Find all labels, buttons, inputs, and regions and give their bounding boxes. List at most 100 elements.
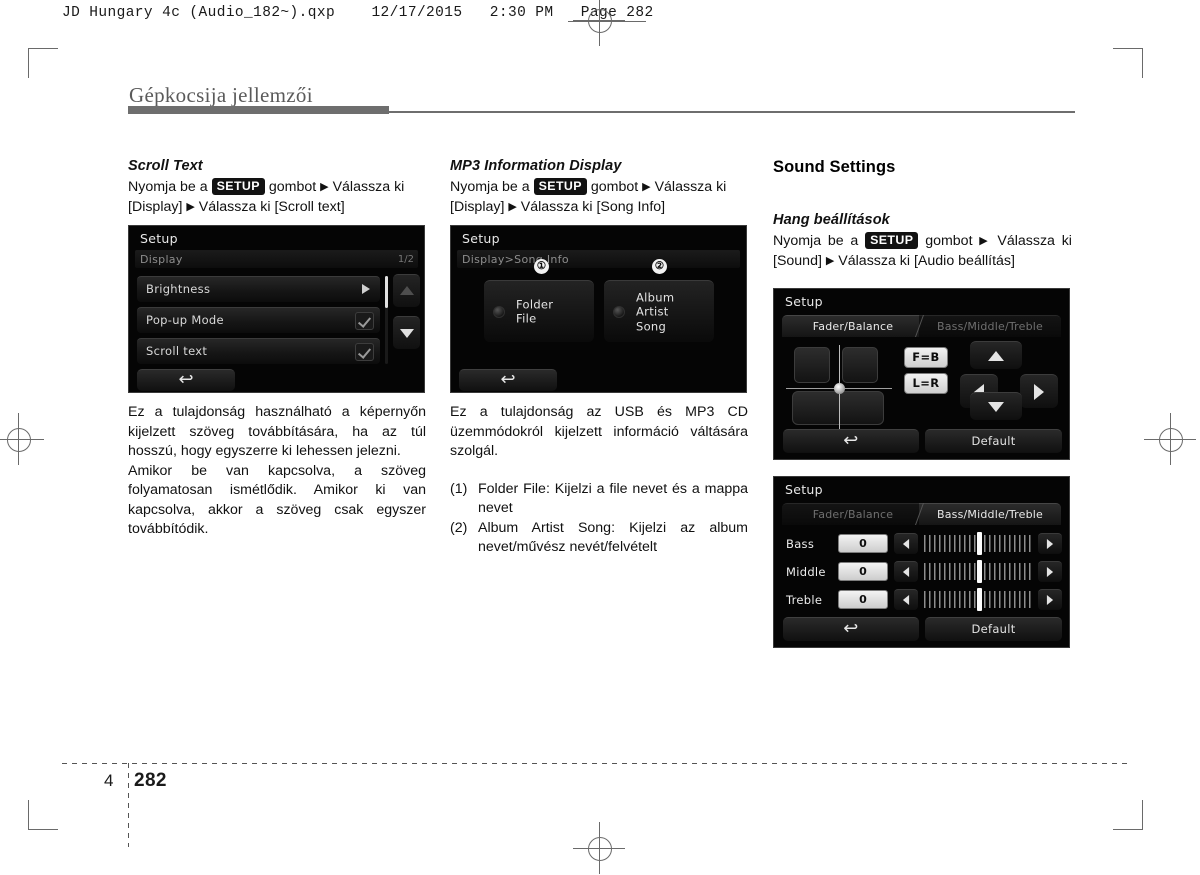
arrow-left-icon (902, 567, 910, 577)
balance-right-button[interactable] (1020, 374, 1058, 408)
scroll-down-icon (399, 329, 414, 338)
option-line: Song (636, 318, 667, 333)
screenshot-setup-display: Setup Display 1/2 Brightness Pop-up Mode… (128, 225, 425, 393)
default-button[interactable]: Default (925, 429, 1062, 453)
tab-fader-balance[interactable]: Fader/Balance (782, 315, 924, 337)
option-line: File (516, 311, 537, 326)
registration-circle-icon (588, 9, 612, 33)
balance-equal-button[interactable]: L=R (904, 373, 948, 394)
scrollbar-thumb[interactable] (385, 276, 388, 308)
scrollbar[interactable] (385, 276, 388, 364)
eq-slider-thumb[interactable] (977, 532, 982, 555)
mp3-info-list: (1) Folder File: Kijelzi a file nevet és … (450, 480, 748, 558)
column-right: Sound Settings Hang beállítások Nyomja b… (773, 158, 1072, 271)
list-item-label: Pop-up Mode (146, 313, 224, 327)
eq-row-middle: Middle 0 (784, 559, 1062, 585)
balance-position-marker[interactable] (833, 382, 845, 394)
arrow-right-icon (1046, 595, 1054, 605)
screenshot-bass-middle-treble: Setup Fader/Balance Bass/Middle/Treble B… (773, 476, 1070, 648)
chevron-right-icon (362, 284, 370, 294)
checkbox-checked-icon[interactable] (355, 312, 374, 330)
back-arrow-icon: ↩ (500, 368, 516, 390)
instruction-mid: gombot (590, 179, 639, 195)
fader-up-button[interactable] (970, 341, 1022, 369)
list-item-text: Folder File: Kijelzi a file nevet és a m… (478, 480, 748, 517)
crop-mark-top-left-v (28, 48, 29, 78)
eq-increase-button[interactable] (1038, 533, 1062, 554)
seat-position-diagram[interactable] (786, 345, 892, 429)
screen-title: Setup (140, 231, 178, 246)
list-item-scroll-text[interactable]: Scroll text (137, 338, 380, 364)
back-button[interactable]: ↩ (137, 369, 235, 391)
tab-fader-balance[interactable]: Fader/Balance (782, 503, 924, 525)
chapter-bar-thick (128, 106, 389, 114)
crop-mark-bottom-right-h (1113, 829, 1143, 830)
scroll-up-button[interactable] (393, 274, 420, 307)
crop-mark-bottom-right-v (1142, 800, 1143, 830)
list-item-number: (1) (450, 480, 468, 497)
hang-beallitasok-subheading: Hang beállítások (773, 212, 890, 228)
arrow-left-icon (902, 595, 910, 605)
page-title: Gépkocsija jellemzői (129, 83, 313, 107)
screenshot-song-info: Setup Display>Song Info ① Folder File ② … (450, 225, 747, 393)
tab-strip: Fader/Balance Bass/Middle/Treble (782, 503, 1061, 525)
arrow-right-icon (1046, 567, 1054, 577)
scroll-text-paragraph-2: Amikor be van kapcsolva, a szöveg folyam… (128, 462, 426, 538)
eq-row-treble: Treble 0 (784, 587, 1062, 613)
back-button[interactable]: ↩ (459, 369, 557, 391)
radio-button-icon[interactable] (613, 305, 625, 318)
list-item: (2) Album Artist Song: Kijelzi az album n… (450, 519, 748, 558)
option-line: Artist (636, 304, 669, 319)
arrow-right-icon (1034, 383, 1044, 400)
default-button[interactable]: Default (925, 617, 1062, 641)
checkbox-checked-icon[interactable] (355, 343, 374, 361)
tab-strip: Fader/Balance Bass/Middle/Treble (782, 315, 1061, 337)
screen-title: Setup (785, 482, 823, 497)
front-right-seat-icon (842, 347, 878, 383)
list-item-brightness[interactable]: Brightness (137, 276, 380, 302)
radio-button-icon[interactable] (493, 305, 505, 318)
registration-mark-left (0, 413, 44, 465)
registration-circle-icon (588, 837, 612, 861)
back-button[interactable]: ↩ (783, 429, 919, 453)
fader-equal-button[interactable]: F=B (904, 347, 948, 368)
manual-page: JD Hungary 4c (Audio_182~).qxp 12/17/201… (0, 0, 1200, 875)
crop-mark-bottom-left-h (28, 829, 58, 830)
option-label: Folder File (516, 297, 553, 326)
eq-slider-thumb[interactable] (977, 560, 982, 583)
fader-down-button[interactable] (970, 392, 1022, 420)
sound-settings-instruction: Nyomja be a SETUP gombot ▶ Válassza ki [… (773, 232, 1072, 271)
column-left-body: Ez a tulajdonság használható a képernyőn… (128, 403, 426, 540)
sound-settings-heading: Sound Settings (773, 158, 896, 176)
registration-mark-top (573, 0, 625, 46)
mp3-info-paragraph-1: Ez a tulajdonság az USB és MP3 CD üzemmó… (450, 404, 748, 459)
eq-decrease-button[interactable] (894, 589, 918, 610)
footer-page-number: 282 (134, 770, 167, 791)
eq-slider-thumb[interactable] (977, 588, 982, 611)
crop-mark-top-left-h (28, 48, 58, 49)
triangle-bullet-icon: ▶ (979, 235, 991, 247)
eq-decrease-button[interactable] (894, 561, 918, 582)
option-album-artist-song[interactable]: Album Artist Song (604, 280, 714, 342)
eq-decrease-button[interactable] (894, 533, 918, 554)
scroll-text-paragraph-1: Ez a tulajdonság használható a képernyőn… (128, 404, 426, 459)
screen-title: Setup (785, 294, 823, 309)
list-item: (1) Folder File: Kijelzi a file nevet és … (450, 480, 748, 519)
setup-badge: SETUP (865, 232, 919, 249)
option-line: Folder (516, 297, 554, 311)
eq-label: Bass (786, 537, 815, 551)
list-item-popup-mode[interactable]: Pop-up Mode (137, 307, 380, 333)
scroll-down-button[interactable] (393, 316, 420, 349)
list-item-number: (2) (450, 519, 468, 536)
back-button[interactable]: ↩ (783, 617, 919, 641)
option-folder-file[interactable]: Folder File (484, 280, 594, 342)
scroll-up-icon (399, 286, 414, 295)
eq-increase-button[interactable] (1038, 561, 1062, 582)
instruction-step3: Válassza ki [Song Info] (520, 198, 666, 215)
instruction-step3: Válassza ki [Scroll text] (198, 198, 345, 215)
crop-mark-bottom-left-v (28, 800, 29, 830)
column-middle-body: Ez a tulajdonság az USB és MP3 CD üzemmó… (450, 403, 748, 558)
triangle-bullet-icon: ▶ (320, 181, 329, 193)
eq-increase-button[interactable] (1038, 589, 1062, 610)
breadcrumb: Display (140, 253, 183, 266)
